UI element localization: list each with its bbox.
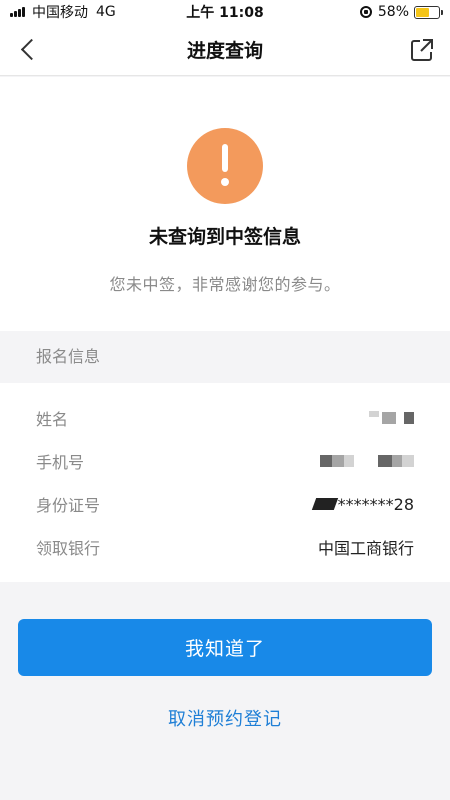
name-value-masked	[366, 411, 414, 424]
rotation-lock-icon	[359, 6, 372, 18]
page-title: 进度查询	[186, 40, 263, 62]
chevron-left-icon[interactable]	[10, 32, 46, 68]
cancel-registration-link[interactable]: 取消预约登记	[0, 705, 450, 731]
signal-icon	[10, 7, 26, 17]
status-bar: 中国移动 4G 上午 11:08 58%	[0, 0, 450, 24]
info-row-bank: 领取银行 中国工商银行	[0, 527, 450, 567]
battery-percent: 58%	[377, 4, 409, 20]
id-value-text: *******28	[337, 494, 414, 514]
confirm-button[interactable]: 我知道了	[18, 619, 432, 676]
id-mask	[311, 498, 338, 510]
result-panel: 未查询到中签信息 您未中签，非常感谢您的参与。	[0, 77, 450, 331]
status-right: 58%	[290, 4, 443, 20]
name-label: 姓名	[36, 410, 69, 429]
status-time: 上午 11:08	[186, 5, 264, 21]
phone-label: 手机号	[36, 453, 85, 472]
info-row-name: 姓名	[0, 398, 450, 438]
info-row-id: 身份证号 *******28	[0, 484, 450, 524]
bank-label: 领取银行	[36, 539, 101, 558]
id-label: 身份证号	[36, 496, 101, 515]
phone-value-masked	[317, 455, 414, 467]
bank-value: 中国工商银行	[317, 539, 414, 558]
result-title: 未查询到中签信息	[148, 226, 301, 248]
status-left: 中国移动 4G	[10, 2, 160, 22]
network-type: 4G	[96, 4, 116, 20]
carrier-name: 中国移动	[32, 5, 88, 21]
id-value: *******28	[311, 494, 414, 514]
info-row-phone: 手机号	[0, 441, 450, 481]
nav-bar: 进度查询	[0, 24, 450, 76]
alert-icon	[187, 128, 263, 204]
section-title: 报名信息	[0, 331, 450, 383]
battery-fill	[416, 7, 429, 17]
registration-info: 姓名 手机号 身份证号 *******28 领取银行 中国工商银行	[0, 383, 450, 582]
result-subtitle: 您未中签，非常感谢您的参与。	[109, 275, 341, 294]
battery-icon	[414, 5, 443, 19]
external-link-icon[interactable]	[408, 36, 436, 64]
